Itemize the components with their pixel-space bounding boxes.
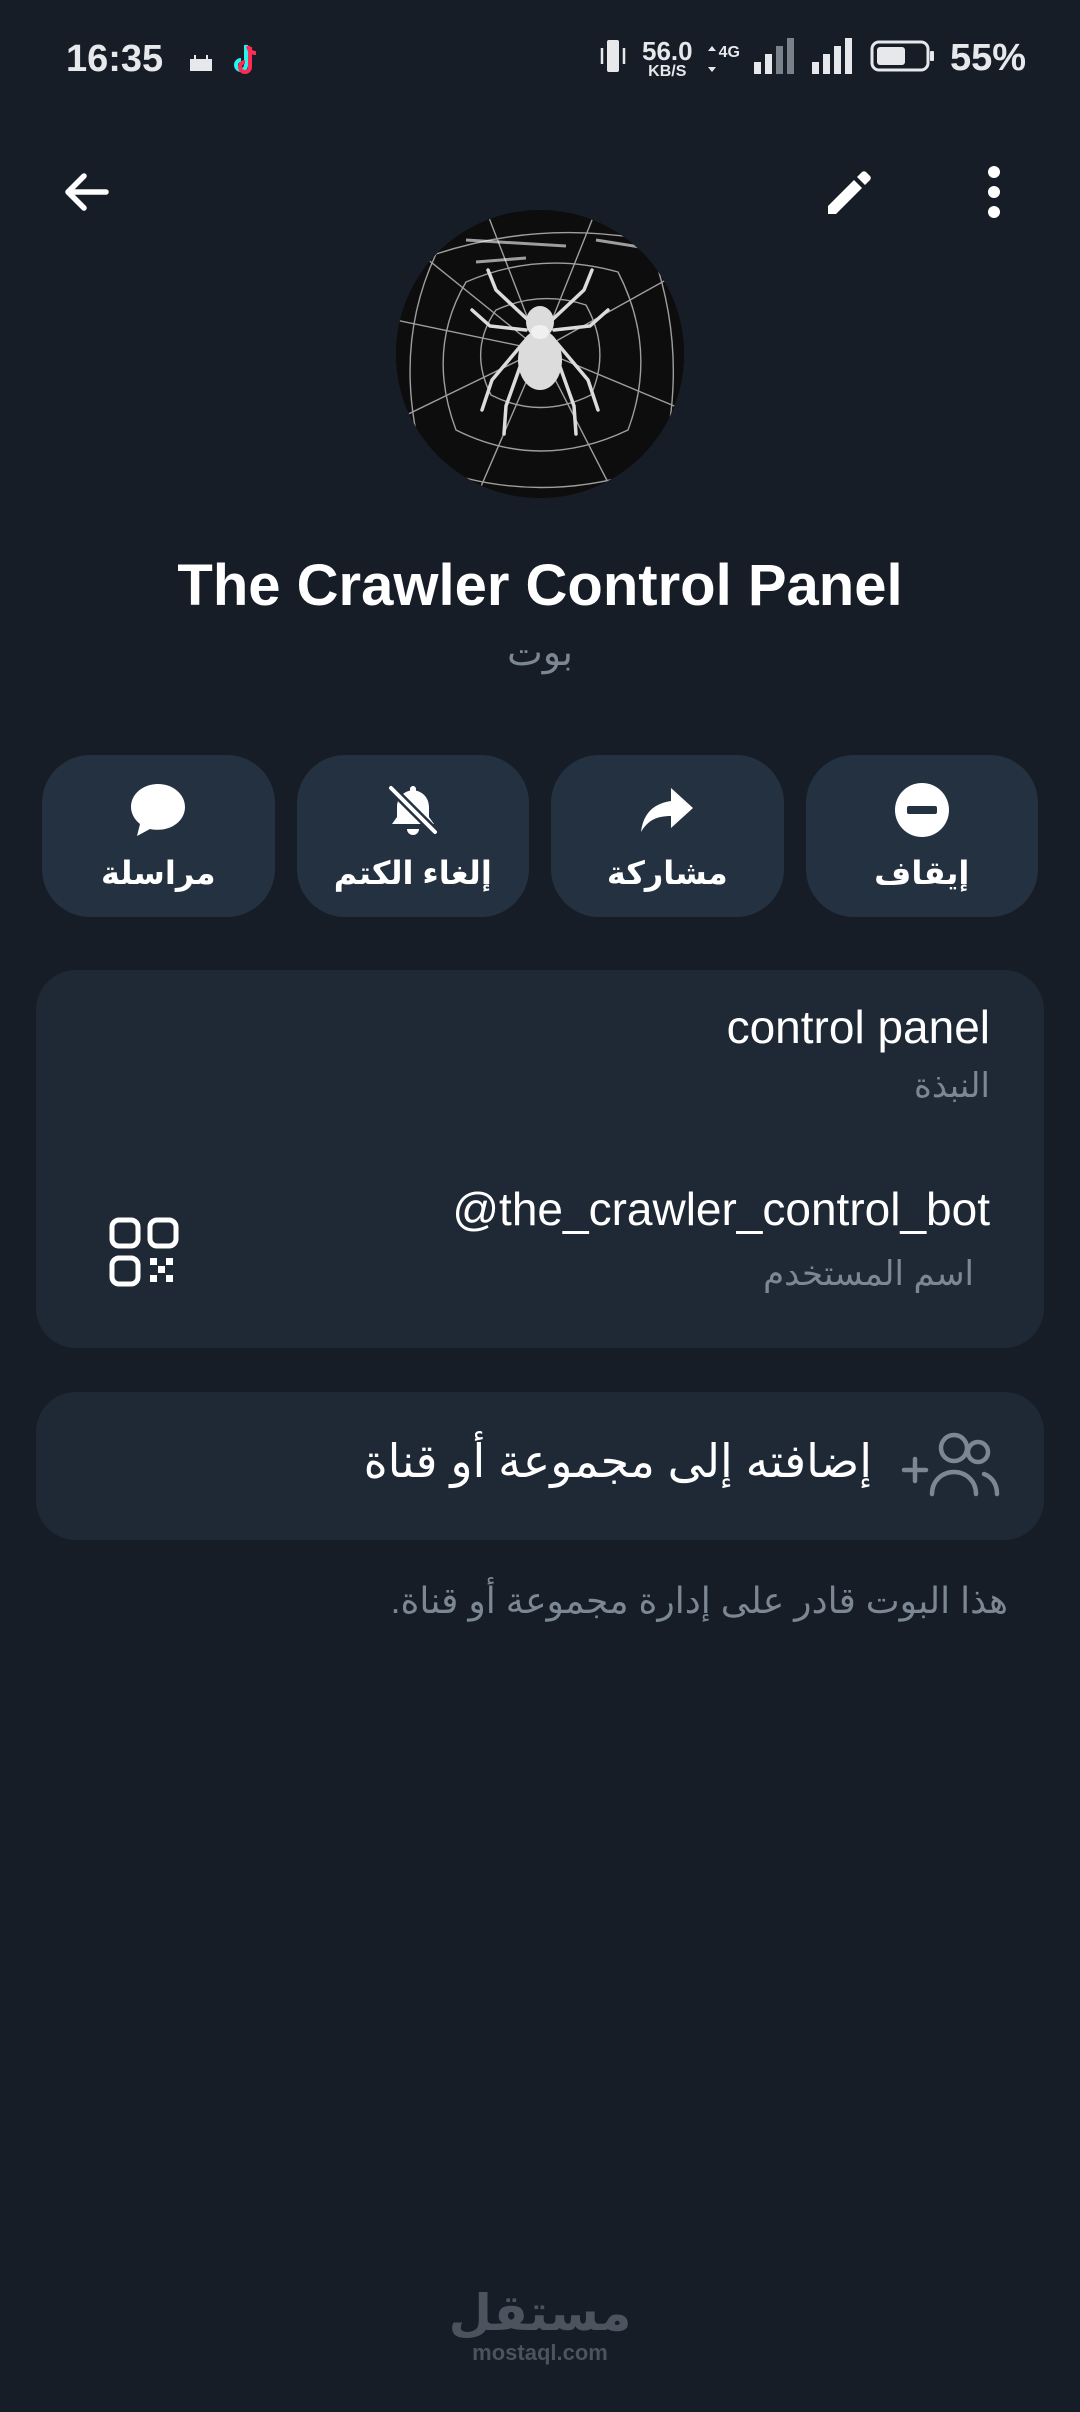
status-bar: 16:35 56.0 KB/S 4G 55% (0, 0, 1080, 120)
bio-label: النبذة (914, 1067, 990, 1105)
battery-icon (870, 39, 936, 78)
block-button[interactable]: إيقاف (805, 755, 1038, 917)
network-type: 4G (718, 43, 740, 61)
block-label: إيقاف (874, 855, 970, 891)
system-status: 56.0 KB/S 4G 55% (598, 36, 1026, 81)
unmute-label: إلغاء الكتم (333, 855, 492, 891)
share-arrow-icon (641, 788, 694, 832)
add-users-icon (901, 1432, 1000, 1497)
back-button[interactable] (46, 152, 126, 232)
watermark: مستقل mostaql.com (0, 2288, 1080, 2366)
status-time: 16:35 (66, 38, 164, 80)
mosque-notification-icon (186, 45, 216, 80)
bot-capability-hint: هذا البوت قادر على إدارة مجموعة أو قناة. (390, 1580, 1008, 1621)
profile-name: The Crawler Control Panel (177, 553, 903, 618)
more-options-button[interactable] (954, 152, 1034, 232)
signal-icon (753, 38, 798, 79)
pencil-icon (828, 171, 871, 214)
username-value[interactable]: @the_crawler_control_bot (452, 1182, 990, 1236)
unmute-button[interactable]: إلغاء الكتم (296, 755, 529, 917)
spider-web-image (396, 210, 684, 498)
info-card: control panel النبذة @the_crawler_contro… (36, 970, 1044, 1348)
notification-icons (186, 42, 262, 83)
username-label: اسم المستخدم (763, 1255, 974, 1293)
edit-button[interactable] (810, 152, 890, 232)
watermark-url: mostaql.com (472, 2340, 608, 2365)
chat-bubble-icon (131, 784, 186, 836)
net-speed-unit: KB/S (648, 62, 687, 80)
bio-value[interactable]: control panel (727, 1000, 990, 1054)
share-label: مشاركة (606, 855, 728, 891)
net-speed-value: 56.0 (641, 35, 693, 66)
avatar[interactable] (396, 210, 684, 498)
network-speed: 56.0 KB/S (642, 38, 693, 80)
data-arrows-icon: 4G (707, 44, 740, 74)
qr-code-button[interactable] (108, 1216, 180, 1288)
vibrate-icon (598, 36, 628, 81)
message-button[interactable]: مراسلة (42, 755, 275, 917)
action-buttons: مراسلة إلغاء الكتم مشاركة إيقاف (42, 755, 1038, 917)
back-arrow-icon (65, 173, 109, 211)
bell-off-icon (387, 784, 438, 836)
share-button[interactable]: مشاركة (551, 755, 784, 917)
add-to-group-button[interactable]: إضافته إلى مجموعة أو قناة (36, 1392, 1044, 1540)
tiktok-notification-icon (230, 42, 262, 83)
battery-percent: 55% (949, 37, 1026, 79)
signal-icon (811, 38, 856, 79)
profile-subtitle: بوت (507, 632, 573, 674)
block-icon (894, 783, 949, 837)
message-label: مراسلة (100, 855, 216, 891)
watermark-brand: مستقل (448, 2285, 632, 2341)
profile-screen: 16:35 56.0 KB/S 4G 55% The Crawler Contr… (0, 0, 1080, 2412)
more-vertical-icon (988, 166, 1000, 218)
add-to-group-label: إضافته إلى مجموعة أو قناة (363, 1435, 872, 1487)
qr-code-icon (109, 1217, 179, 1287)
